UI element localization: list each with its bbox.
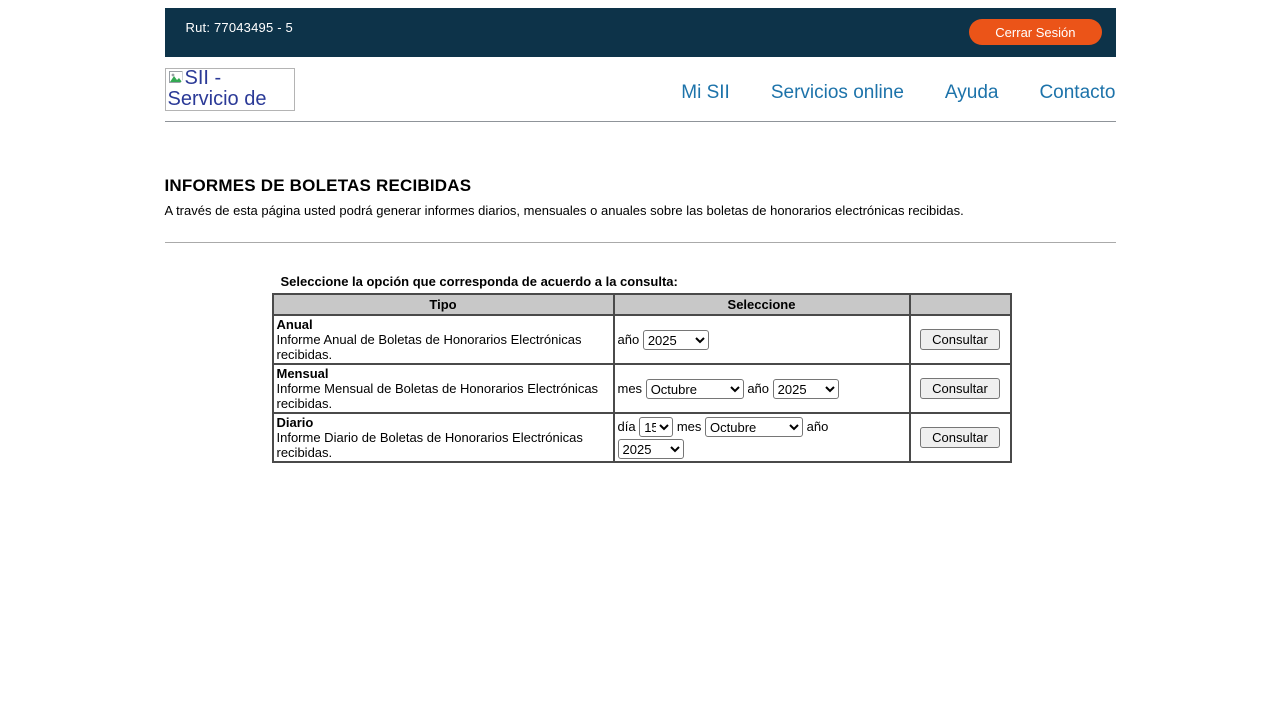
mensual-action-cell: Consultar bbox=[910, 364, 1011, 413]
diario-consultar-button[interactable]: Consultar bbox=[920, 427, 1000, 448]
page-container: Rut: 77043495 - 5 Cerrar Sesión SII - Se… bbox=[165, 8, 1116, 463]
content-divider bbox=[165, 242, 1116, 243]
table-row-anual: Anual Informe Anual de Boletas de Honora… bbox=[273, 315, 1011, 364]
mensual-consultar-button[interactable]: Consultar bbox=[920, 378, 1000, 399]
mensual-description: Informe Mensual de Boletas de Honorarios… bbox=[277, 381, 599, 411]
nav-row: SII - Servicio de Impuestos Internos Mi … bbox=[165, 68, 1116, 111]
sii-logo-broken-image[interactable]: SII - Servicio de Impuestos Internos bbox=[165, 68, 295, 111]
anual-ano-label: año bbox=[618, 332, 640, 347]
form-area: Seleccione la opción que corresponda de … bbox=[272, 274, 1116, 463]
diario-dia-select[interactable]: 15 bbox=[639, 417, 673, 437]
mensual-ano-select[interactable]: 2025 bbox=[773, 379, 839, 399]
nav-item-mi-sii[interactable]: Mi SII bbox=[681, 82, 730, 104]
top-bar: Rut: 77043495 - 5 Cerrar Sesión bbox=[165, 8, 1116, 57]
nav-item-contacto[interactable]: Contacto bbox=[1039, 82, 1115, 104]
anual-type-cell: Anual Informe Anual de Boletas de Honora… bbox=[273, 315, 614, 364]
diario-type-label: Diario bbox=[277, 415, 314, 430]
column-header-tipo: Tipo bbox=[273, 294, 614, 315]
diario-dia-label: día bbox=[618, 419, 636, 434]
mensual-type-cell: Mensual Informe Mensual de Boletas de Ho… bbox=[273, 364, 614, 413]
mensual-ano-label: año bbox=[747, 381, 769, 396]
anual-type-label: Anual bbox=[277, 317, 313, 332]
mensual-select-cell: mes Octubre año 2025 bbox=[614, 364, 910, 413]
form-instruction-label: Seleccione la opción que corresponda de … bbox=[281, 274, 1116, 289]
table-row-diario: Diario Informe Diario de Boletas de Hono… bbox=[273, 413, 1011, 462]
nav-links: Mi SII Servicios online Ayuda Contacto bbox=[681, 68, 1115, 104]
diario-ano-label: año bbox=[807, 419, 829, 434]
mensual-mes-label: mes bbox=[618, 381, 643, 396]
nav-item-servicios-online[interactable]: Servicios online bbox=[771, 82, 904, 104]
anual-action-cell: Consultar bbox=[910, 315, 1011, 364]
diario-description: Informe Diario de Boletas de Honorarios … bbox=[277, 430, 583, 460]
page-description: A través de esta página usted podrá gene… bbox=[165, 203, 1116, 218]
table-header-row: Tipo Seleccione bbox=[273, 294, 1011, 315]
broken-image-icon bbox=[168, 70, 184, 90]
rut-label: Rut: 77043495 - 5 bbox=[186, 20, 293, 35]
anual-description: Informe Anual de Boletas de Honorarios E… bbox=[277, 332, 582, 362]
table-row-mensual: Mensual Informe Mensual de Boletas de Ho… bbox=[273, 364, 1011, 413]
mensual-mes-select[interactable]: Octubre bbox=[646, 379, 744, 399]
mensual-type-label: Mensual bbox=[277, 366, 329, 381]
logout-button[interactable]: Cerrar Sesión bbox=[969, 19, 1101, 45]
diario-mes-select[interactable]: Octubre bbox=[705, 417, 803, 437]
nav-item-ayuda[interactable]: Ayuda bbox=[945, 82, 999, 104]
diario-action-cell: Consultar bbox=[910, 413, 1011, 462]
nav-divider bbox=[165, 121, 1116, 122]
anual-select-cell: año 2025 bbox=[614, 315, 910, 364]
diario-mes-label: mes bbox=[677, 419, 702, 434]
diario-ano-select[interactable]: 2025 bbox=[618, 439, 684, 459]
page-title: INFORMES DE BOLETAS RECIBIDAS bbox=[165, 176, 1116, 196]
anual-consultar-button[interactable]: Consultar bbox=[920, 329, 1000, 350]
diario-type-cell: Diario Informe Diario de Boletas de Hono… bbox=[273, 413, 614, 462]
column-header-empty bbox=[910, 294, 1011, 315]
diario-select-cell: día 15 mes Octubre año 2025 bbox=[614, 413, 910, 462]
column-header-seleccione: Seleccione bbox=[614, 294, 910, 315]
anual-ano-select[interactable]: 2025 bbox=[643, 330, 709, 350]
report-options-table: Tipo Seleccione Anual Informe Anual de B… bbox=[272, 293, 1012, 463]
